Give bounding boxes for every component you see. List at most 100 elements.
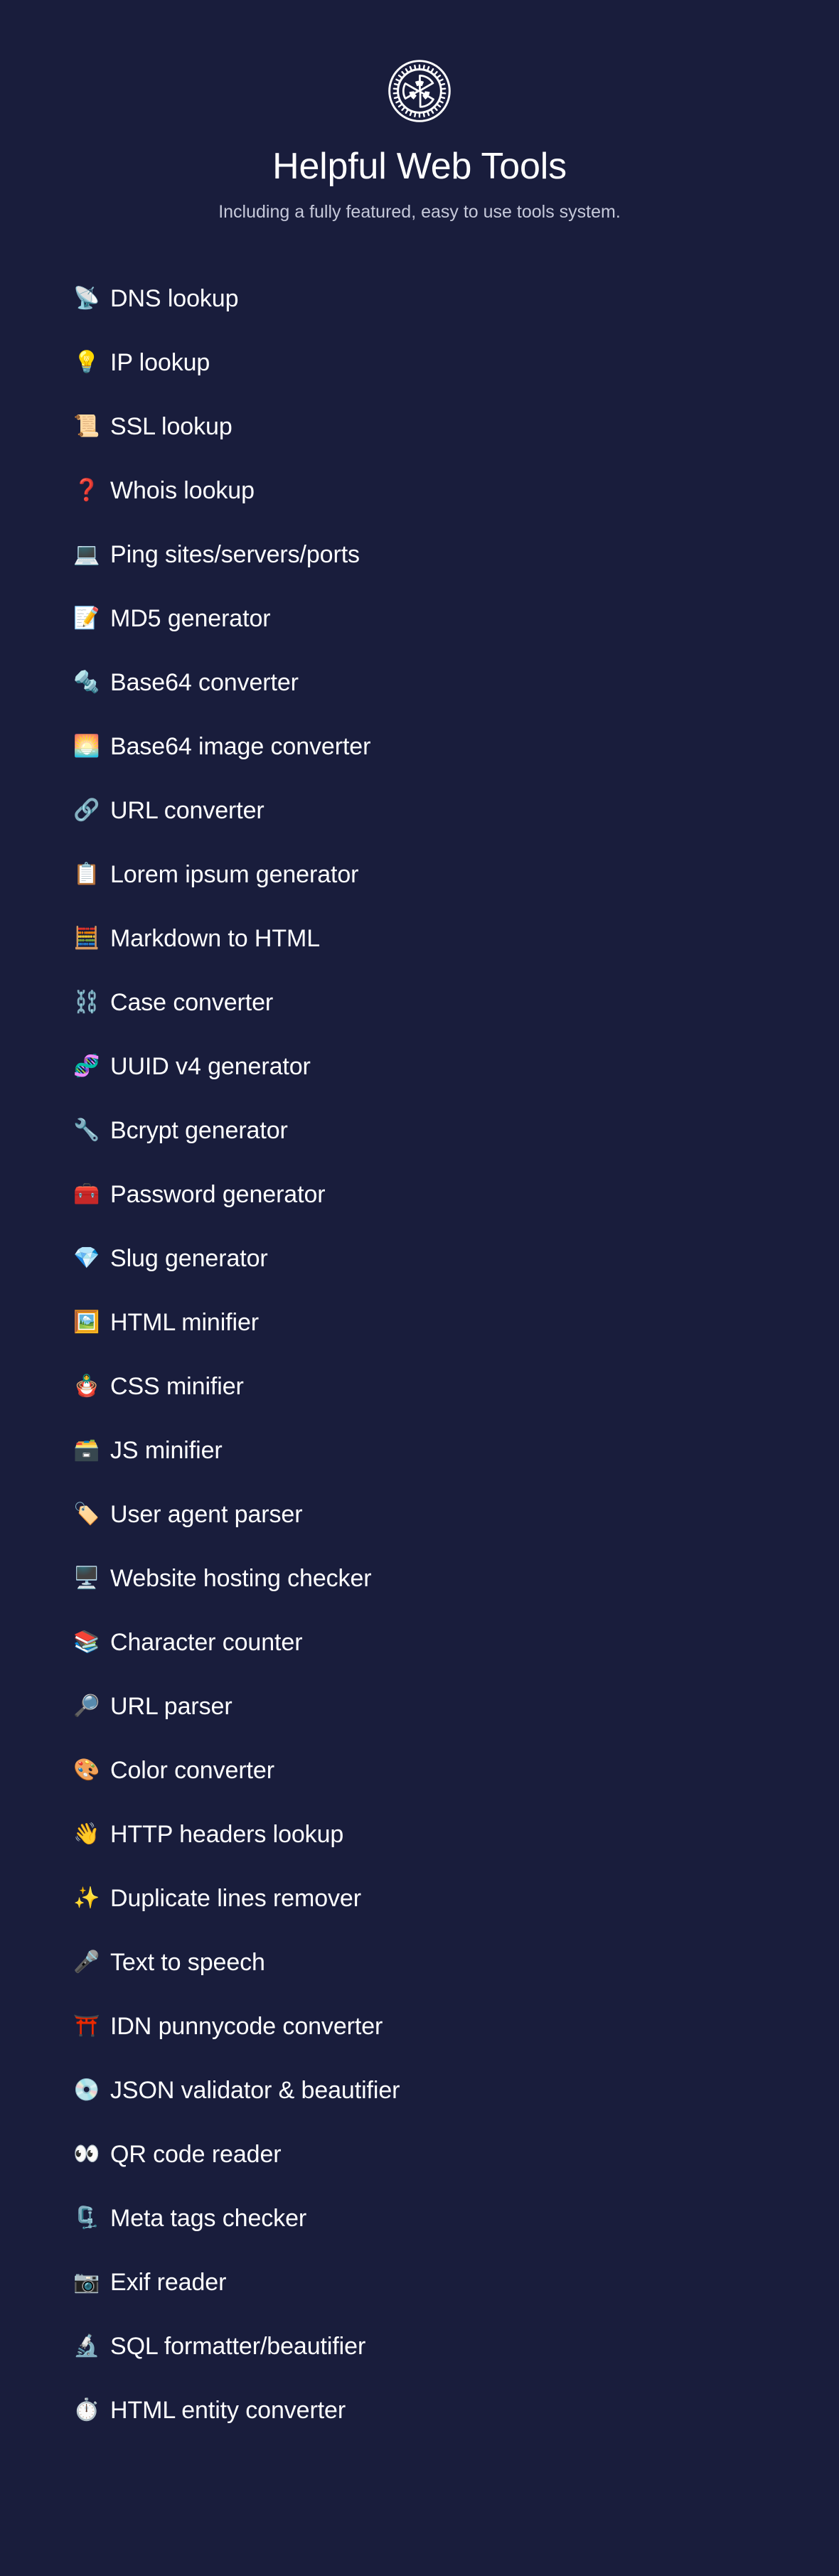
tool-list-item[interactable]: 🔩Base64 converter: [0, 651, 839, 715]
tool-label: UUID v4 generator: [110, 1053, 311, 1081]
tool-label: MD5 generator: [110, 605, 270, 633]
bottom-spacer: [0, 2442, 839, 2506]
tool-list-item[interactable]: 📝MD5 generator: [0, 587, 839, 651]
red-question-mark-icon: ❓: [73, 480, 110, 501]
tool-label: Slug generator: [110, 1245, 268, 1273]
desktop-computer-icon: 🖥️: [73, 1568, 110, 1589]
tool-list-item[interactable]: ⛓️Case converter: [0, 971, 839, 1035]
satellite-antenna-icon: 📡: [73, 288, 110, 309]
tool-label: Website hosting checker: [110, 1565, 371, 1593]
tool-list-item[interactable]: 🗃️JS minifier: [0, 1418, 839, 1482]
tool-label: Exif reader: [110, 2269, 226, 2297]
tool-list-item[interactable]: 🏷️User agent parser: [0, 1482, 839, 1546]
tool-list-item[interactable]: 💎Slug generator: [0, 1226, 839, 1290]
sunrise-icon: 🌅: [73, 736, 110, 757]
tool-label: Case converter: [110, 989, 273, 1017]
tool-list-item[interactable]: 💡IP lookup: [0, 331, 839, 395]
site-logo: [0, 55, 839, 127]
tool-label: HTML minifier: [110, 1309, 259, 1337]
tool-list-item[interactable]: 📋Lorem ipsum generator: [0, 843, 839, 907]
tool-list-item[interactable]: ⛩️IDN punnycode converter: [0, 1994, 839, 2058]
tool-list-item[interactable]: 🔎URL parser: [0, 1674, 839, 1738]
magnifying-glass-icon: 🔎: [73, 1696, 110, 1717]
dna-icon: 🧬: [73, 1056, 110, 1077]
tool-list-item[interactable]: 💿JSON validator & beautifier: [0, 2058, 839, 2122]
tool-list-item[interactable]: ❓Whois lookup: [0, 459, 839, 523]
tool-label: Bcrypt generator: [110, 1117, 288, 1145]
tool-label: QR code reader: [110, 2141, 282, 2169]
abacus-icon: 🧮: [73, 928, 110, 949]
eyes-icon: 👀: [73, 2144, 110, 2165]
stopwatch-icon: ⏱️: [73, 2400, 110, 2421]
optical-disk-icon: 💿: [73, 2080, 110, 2101]
tool-list-item[interactable]: 🔗URL converter: [0, 779, 839, 843]
tool-list-item[interactable]: 🖼️HTML minifier: [0, 1290, 839, 1354]
tool-label: Password generator: [110, 1181, 325, 1209]
tool-list-item[interactable]: 📡DNS lookup: [0, 267, 839, 331]
tool-label: URL converter: [110, 797, 264, 825]
tool-list-item[interactable]: 📚Character counter: [0, 1610, 839, 1674]
tool-label: JSON validator & beautifier: [110, 2077, 400, 2105]
clipboard-icon: 📋: [73, 864, 110, 885]
nut-and-bolt-icon: 🔩: [73, 672, 110, 693]
label-tag-icon: 🏷️: [73, 1504, 110, 1525]
microscope-icon: 🔬: [73, 2336, 110, 2357]
tool-label: Text to speech: [110, 1949, 265, 1977]
wrench-icon: 🔧: [73, 1120, 110, 1141]
tool-label: Lorem ipsum generator: [110, 861, 358, 889]
chains-icon: ⛓️: [73, 992, 110, 1013]
tool-list-item[interactable]: 🧰Password generator: [0, 1163, 839, 1226]
page-header: Helpful Web Tools Including a fully feat…: [0, 0, 839, 223]
scroll-icon: 📜: [73, 416, 110, 437]
tool-list-item[interactable]: 👋HTTP headers lookup: [0, 1802, 839, 1866]
tool-list-item[interactable]: 🔬SQL formatter/beautifier: [0, 2314, 839, 2378]
tool-label: Color converter: [110, 1757, 274, 1785]
tool-list-item[interactable]: 🧮Markdown to HTML: [0, 907, 839, 971]
light-bulb-icon: 💡: [73, 352, 110, 373]
tools-list: 📡DNS lookup💡IP lookup📜SSL lookup❓Whois l…: [0, 267, 839, 2442]
tool-list-item[interactable]: 🎨Color converter: [0, 1738, 839, 1802]
tool-list-item[interactable]: 👀QR code reader: [0, 2122, 839, 2186]
tool-label: Meta tags checker: [110, 2205, 306, 2233]
tool-list-item[interactable]: 🪆CSS minifier: [0, 1354, 839, 1418]
nesting-dolls-icon: 🪆: [73, 1376, 110, 1397]
tool-label: HTML entity converter: [110, 2397, 346, 2425]
waving-hand-icon: 👋: [73, 1824, 110, 1845]
tool-list-item[interactable]: 🗜️Meta tags checker: [0, 2186, 839, 2250]
tool-label: Whois lookup: [110, 477, 255, 505]
tool-label: JS minifier: [110, 1437, 223, 1465]
tool-list-item[interactable]: 🧬UUID v4 generator: [0, 1035, 839, 1099]
microphone-icon: 🎤: [73, 1952, 110, 1973]
tool-label: Base64 converter: [110, 669, 299, 697]
tool-list-item[interactable]: 📜SSL lookup: [0, 395, 839, 459]
tool-label: SSL lookup: [110, 413, 233, 441]
tool-label: Ping sites/servers/ports: [110, 541, 360, 569]
books-icon: 📚: [73, 1632, 110, 1653]
page-title: Helpful Web Tools: [0, 146, 839, 187]
tool-label: SQL formatter/beautifier: [110, 2333, 365, 2361]
gear-cog-logo-icon: [387, 58, 452, 124]
tool-label: Base64 image converter: [110, 733, 370, 761]
clamp-icon: 🗜️: [73, 2208, 110, 2229]
tool-list-item[interactable]: 🎤Text to speech: [0, 1930, 839, 1994]
sparkles-icon: ✨: [73, 1888, 110, 1909]
tool-label: DNS lookup: [110, 285, 238, 313]
tool-list-item[interactable]: ⏱️HTML entity converter: [0, 2378, 839, 2442]
artist-palette-icon: 🎨: [73, 1760, 110, 1781]
tool-list-item[interactable]: 🔧Bcrypt generator: [0, 1099, 839, 1163]
tool-label: User agent parser: [110, 1501, 302, 1529]
tool-list-item[interactable]: ✨Duplicate lines remover: [0, 1866, 839, 1930]
tool-list-item[interactable]: 🖥️Website hosting checker: [0, 1546, 839, 1610]
tool-list-item[interactable]: 💻Ping sites/servers/ports: [0, 523, 839, 587]
gem-stone-icon: 💎: [73, 1248, 110, 1269]
tool-label: IP lookup: [110, 349, 210, 377]
camera-icon: 📷: [73, 2272, 110, 2293]
tool-list-item[interactable]: 📷Exif reader: [0, 2250, 839, 2314]
tool-label: URL parser: [110, 1693, 233, 1721]
tool-label: IDN punnycode converter: [110, 2013, 383, 2041]
tool-label: Duplicate lines remover: [110, 1885, 361, 1913]
tool-label: Character counter: [110, 1629, 302, 1657]
tool-label: CSS minifier: [110, 1373, 244, 1401]
link-icon: 🔗: [73, 800, 110, 821]
tool-list-item[interactable]: 🌅Base64 image converter: [0, 715, 839, 779]
